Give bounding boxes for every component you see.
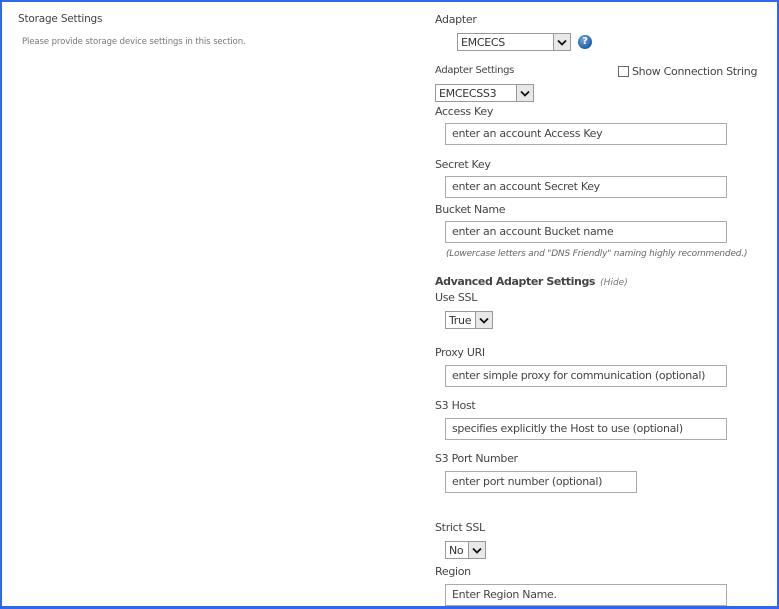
chevron-down-icon[interactable] — [468, 542, 485, 558]
help-icon[interactable]: ? — [578, 35, 592, 49]
storage-settings-panel: Storage Settings Please provide storage … — [0, 0, 779, 609]
s3-host-input[interactable]: specifies explicitly the Host to use (op… — [445, 418, 727, 440]
s3-port-label: S3 Port Number — [435, 452, 518, 465]
use-ssl-label: Use SSL — [435, 291, 478, 304]
access-key-label: Access Key — [435, 105, 494, 118]
adapter-settings-label: Adapter Settings — [435, 65, 515, 76]
adapter-label: Adapter — [435, 13, 477, 26]
s3-port-input[interactable]: enter port number (optional) — [445, 471, 637, 493]
access-key-input[interactable]: enter an account Access Key — [445, 123, 727, 145]
proxy-uri-input[interactable]: enter simple proxy for communication (op… — [445, 365, 727, 387]
bucket-name-label: Bucket Name — [435, 203, 506, 216]
advanced-settings-header: Advanced Adapter Settings (Hide) — [435, 270, 628, 289]
bucket-name-input[interactable]: enter an account Bucket name — [445, 221, 727, 243]
section-description: Please provide storage device settings i… — [22, 37, 246, 47]
secret-key-input[interactable]: enter an account Secret Key — [445, 176, 727, 198]
chevron-down-icon[interactable] — [553, 34, 570, 50]
region-label: Region — [435, 565, 471, 578]
advanced-settings-hide-link[interactable]: (Hide) — [600, 278, 628, 288]
strict-ssl-select[interactable]: No — [445, 541, 486, 559]
use-ssl-select[interactable]: True — [445, 311, 493, 329]
secret-key-label: Secret Key — [435, 158, 491, 171]
use-ssl-selected-value: True — [449, 314, 472, 327]
s3-host-label: S3 Host — [435, 399, 476, 412]
chevron-down-icon[interactable] — [475, 312, 492, 328]
bucket-name-hint: (Lowercase letters and "DNS Friendly" na… — [446, 249, 748, 259]
show-connection-string-checkbox[interactable] — [618, 66, 629, 77]
adapter-selected-value: EMCECS — [461, 36, 505, 49]
section-title: Storage Settings — [18, 13, 103, 25]
adapter-select[interactable]: EMCECS — [457, 33, 571, 51]
advanced-settings-title: Advanced Adapter Settings — [435, 275, 596, 288]
chevron-down-icon[interactable] — [516, 85, 533, 101]
proxy-uri-label: Proxy URI — [435, 346, 485, 359]
strict-ssl-selected-value: No — [449, 544, 464, 557]
show-connection-string-label[interactable]: Show Connection String — [632, 65, 757, 78]
region-input[interactable]: Enter Region Name. — [445, 584, 727, 606]
strict-ssl-label: Strict SSL — [435, 521, 485, 534]
adapter-settings-select[interactable]: EMCECSS3 — [435, 84, 534, 102]
adapter-settings-selected-value: EMCECSS3 — [439, 87, 497, 100]
